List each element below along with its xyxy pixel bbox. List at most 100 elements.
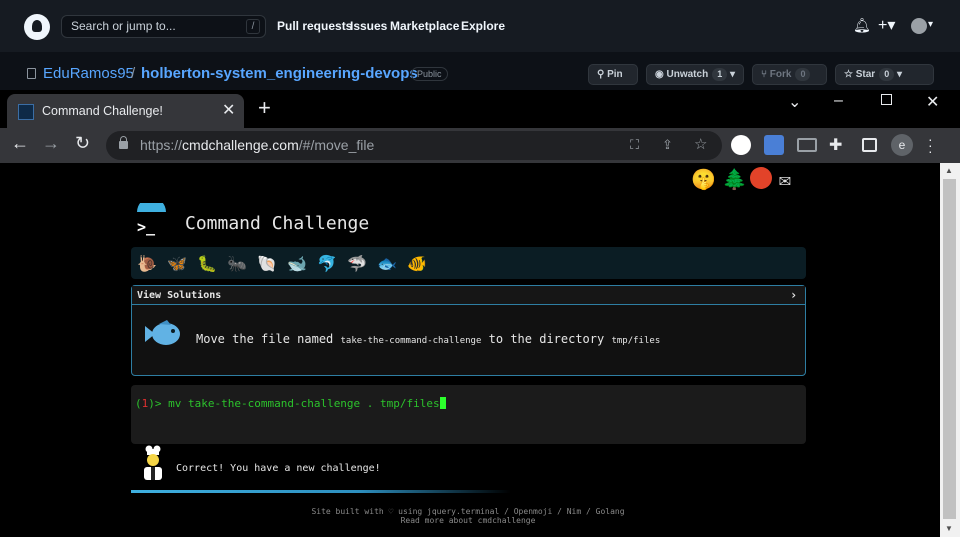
terminal-cursor — [439, 397, 446, 409]
url-scheme: https:// — [140, 137, 183, 153]
page-title: Command Challenge — [185, 213, 370, 234]
extension-circle-icon[interactable] — [731, 135, 751, 155]
chevron-down-icon: ▾ — [894, 69, 903, 80]
scroll-down-arrow-icon[interactable]: ▼ — [945, 524, 953, 533]
menu-dots-icon[interactable]: · · · — [928, 132, 933, 158]
chevron-right-icon[interactable]: › — [790, 288, 797, 302]
mail-icon[interactable]: ✉ — [779, 167, 791, 191]
repo-icon — [27, 68, 36, 79]
close-tab-icon[interactable]: ✕ — [222, 100, 235, 120]
task-filename: take-the-command-challenge — [340, 336, 482, 346]
pin-button[interactable]: ⚲ Pin — [588, 64, 638, 85]
repo-owner-link[interactable]: EduRamos95 — [43, 65, 134, 82]
address-bar[interactable]: https://cmdchallenge.com/#/move_file ⛶ ⇪… — [106, 131, 722, 160]
translate-icon[interactable]: ⛶ — [630, 137, 639, 153]
svg-text:>_: >_ — [137, 218, 156, 236]
caterpillar-icon[interactable]: 🐛 — [197, 254, 217, 273]
view-solutions-header[interactable]: View Solutions › — [132, 286, 805, 305]
footer-credits: Site built with ♡ using jquery.terminal … — [311, 507, 625, 516]
task-middle: to the directory — [488, 332, 605, 346]
snail-icon[interactable]: 🐌 — [137, 254, 157, 273]
nav-explore[interactable]: Explore — [461, 19, 505, 33]
unwatch-count: 1 — [712, 68, 728, 81]
tab-title: Command Challenge! — [42, 104, 163, 118]
repo-name-link[interactable]: holberton-system_engineering-devops — [141, 65, 418, 82]
nav-pull-requests[interactable]: Pull requests — [277, 19, 352, 33]
profile-avatar[interactable]: e — [891, 134, 913, 156]
current-level-fish-icon — [145, 320, 180, 345]
nav-issues[interactable]: Issues — [350, 19, 387, 33]
tab-search-chevron-icon[interactable]: ⌄ — [788, 92, 801, 112]
tropical-fish-icon[interactable]: 🐠 — [407, 254, 427, 273]
github-logo-icon[interactable] — [24, 14, 50, 40]
tree-icon[interactable]: 🌲 — [722, 167, 747, 191]
fish-icon[interactable]: 🐟 — [377, 254, 397, 273]
forward-button[interactable]: → — [42, 133, 60, 154]
terminal-prompt-line[interactable]: (1)> mv take-the-command-challenge . tmp… — [135, 397, 446, 410]
share-icon[interactable]: ⇪ — [662, 137, 673, 153]
plus-dropdown-icon[interactable]: +▾ — [878, 15, 895, 35]
star-count: 0 — [879, 68, 895, 81]
command-challenge-logo-icon: >_ — [137, 203, 166, 236]
visibility-badge: Public — [411, 67, 448, 81]
side-panel-icon[interactable] — [862, 138, 877, 152]
close-window-button[interactable]: ✕ — [926, 92, 939, 112]
progress-bar — [131, 490, 511, 493]
bell-icon[interactable]: 🔔︎ — [853, 17, 871, 34]
shell-icon[interactable]: 🐚 — [257, 254, 277, 273]
ant-icon[interactable]: 🐜 — [227, 254, 247, 273]
github-search-input[interactable]: Search or jump to... / — [61, 15, 266, 38]
unwatch-button[interactable]: ◉ Unwatch 1 ▾ — [646, 64, 744, 85]
shark-icon[interactable]: 🦈 — [347, 254, 367, 273]
fork-button[interactable]: ⑂ Fork 0 — [752, 64, 827, 85]
vertical-scrollbar[interactable]: ▲ ▼ — [940, 163, 960, 537]
footer-read-more-link[interactable]: Read more about cmdchallenge — [300, 516, 636, 525]
scroll-up-arrow-icon[interactable]: ▲ — [945, 166, 953, 175]
chef-avatar-icon — [144, 445, 162, 480]
url-host: cmdchallenge.com — [182, 137, 299, 153]
nav-marketplace[interactable]: Marketplace — [390, 19, 459, 33]
search-shortcut-badge: / — [246, 19, 260, 34]
view-solutions-label: View Solutions — [137, 290, 222, 301]
page-viewport: ⛱ 🤫 🌲 ✉ >_ Command Challenge 🐌 🦋 🐛 🐜 🐚 🐋… — [0, 163, 940, 537]
lock-icon — [119, 136, 128, 149]
url-path: /#/move_file — [298, 137, 375, 153]
task-prefix: Move the file named — [196, 332, 334, 346]
gitlab-icon[interactable] — [750, 167, 772, 189]
dolphin-icon[interactable]: 🐬 — [317, 254, 337, 273]
tab-strip: Command Challenge! ✕ + ⌄ – ✕ — [0, 90, 960, 128]
extensions-puzzle-icon[interactable]: ✚ — [829, 135, 849, 155]
chevron-down-icon: ▾ — [727, 69, 736, 80]
browser-toolbar: ← → ↻ https://cmdchallenge.com/#/move_fi… — [0, 128, 960, 163]
tab-command-challenge[interactable]: Command Challenge! ✕ — [7, 94, 244, 128]
terminal[interactable]: (1)> mv take-the-command-challenge . tmp… — [131, 385, 806, 444]
new-tab-button[interactable]: + — [258, 95, 271, 121]
star-icon: ☆ — [844, 69, 856, 80]
fork-icon: ⑂ — [761, 69, 770, 80]
avatar-chevron-icon[interactable]: ▾ — [928, 19, 933, 30]
reload-button[interactable]: ↻ — [75, 133, 90, 154]
umbrella-icon[interactable]: ⛱ — [660, 167, 685, 191]
level-badges: 🐌 🦋 🐛 🐜 🐚 🐋 🐬 🦈 🐟 🐠 — [131, 247, 806, 279]
minimize-button[interactable]: – — [834, 92, 843, 110]
terminal-command: mv take-the-command-challenge . tmp/file… — [168, 397, 440, 410]
url-text: https://cmdchallenge.com/#/move_file — [140, 137, 374, 153]
whale-icon[interactable]: 🐋 — [287, 254, 307, 273]
star-button[interactable]: ☆ Star 0 ▾ — [835, 64, 934, 85]
avatar[interactable] — [911, 18, 927, 34]
github-search-placeholder: Search or jump to... — [71, 19, 176, 33]
face-emoji-icon[interactable]: 🤫 — [691, 167, 716, 191]
repo-separator: / — [131, 65, 136, 82]
butterfly-icon[interactable]: 🦋 — [167, 254, 187, 273]
cast-monitor-icon[interactable] — [797, 138, 817, 152]
pin-icon: ⚲ — [597, 69, 608, 80]
maximize-button[interactable] — [881, 94, 892, 105]
google-translate-extension-icon[interactable] — [764, 135, 784, 155]
prompt-number: 1 — [141, 397, 149, 410]
star-label: Star — [855, 69, 876, 80]
back-button[interactable]: ← — [11, 133, 29, 154]
eye-icon: ◉ — [655, 69, 667, 80]
bookmark-star-icon[interactable]: ☆ — [694, 135, 707, 153]
scrollbar-thumb[interactable] — [943, 179, 956, 519]
browser-window: Command Challenge! ✕ + ⌄ – ✕ ← → ↻ https… — [0, 90, 960, 537]
